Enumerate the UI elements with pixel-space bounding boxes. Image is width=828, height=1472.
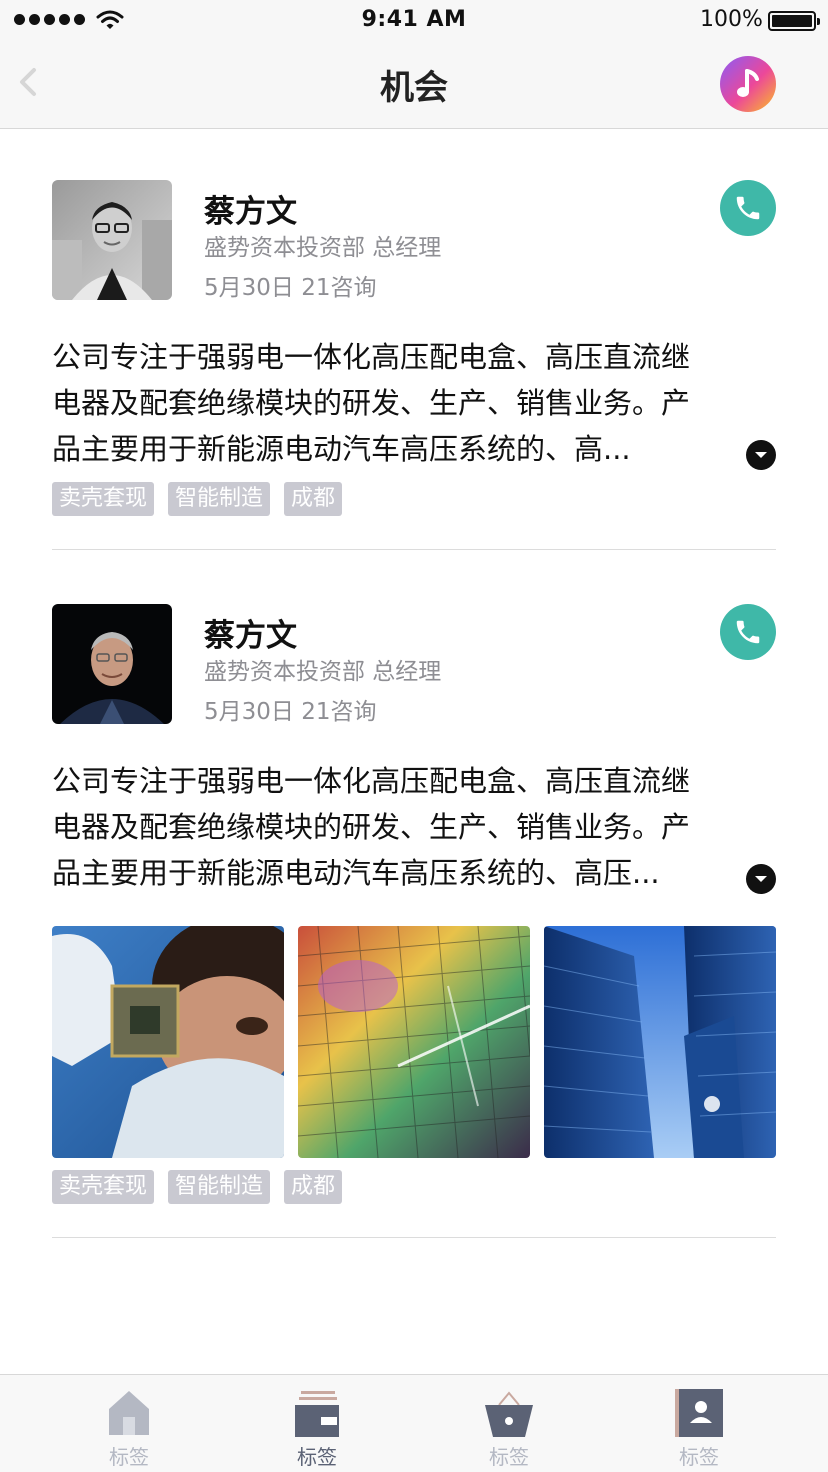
phone-icon xyxy=(736,620,760,644)
call-button[interactable] xyxy=(720,604,776,660)
description-line: 品主要用于新能源电动汽车高压系统的、高压... xyxy=(52,856,660,890)
tab-wallet[interactable]: 标签 xyxy=(267,1385,367,1471)
post-meta: 5月30日 21咨询 xyxy=(204,275,377,301)
tab-label: 标签 xyxy=(489,1445,529,1469)
tag[interactable]: 卖壳套现 xyxy=(52,1170,155,1204)
tag[interactable]: 成都 xyxy=(284,482,343,516)
tab-contacts[interactable]: 标签 xyxy=(649,1385,749,1471)
description-line: 电器及配套绝缘模块的研发、生产、销售业务。产 xyxy=(52,810,691,844)
tag[interactable]: 卖壳套现 xyxy=(52,482,155,516)
divider xyxy=(52,549,776,550)
tag-list: 卖壳套现 智能制造 成都 xyxy=(52,482,343,516)
contact-name: 蔡方文 xyxy=(204,618,297,654)
contact-name: 蔡方文 xyxy=(204,194,297,230)
status-bar: 9:41 AM 100% xyxy=(0,0,828,40)
description: 公司专注于强弱电一体化高压配电盒、高压直流继 电器及配套绝缘模块的研发、生产、销… xyxy=(52,334,776,472)
tag-list: 卖壳套现 智能制造 成都 xyxy=(52,1170,343,1204)
chevron-down-icon xyxy=(755,876,767,882)
music-button[interactable] xyxy=(720,56,776,112)
photo-thumbnail[interactable] xyxy=(544,926,776,1158)
expand-button[interactable] xyxy=(746,440,776,470)
description-line: 品主要用于新能源电动汽车高压系统的、高... xyxy=(52,432,631,466)
opportunity-card[interactable]: 蔡方文 盛势资本投资部 总经理 5月30日 21咨询 公司专注于强弱电一体化高压… xyxy=(52,604,776,1208)
phone-icon xyxy=(736,196,760,220)
basket-icon xyxy=(485,1391,533,1437)
description-line: 电器及配套绝缘模块的研发、生产、销售业务。产 xyxy=(52,386,691,420)
call-button[interactable] xyxy=(720,180,776,236)
battery-percentage: 100% xyxy=(700,7,763,32)
tab-label: 标签 xyxy=(109,1445,149,1469)
contact-card-icon xyxy=(675,1389,723,1437)
post-meta: 5月30日 21咨询 xyxy=(204,699,377,725)
page-title: 机会 xyxy=(380,68,448,108)
contact-title: 盛势资本投资部 总经理 xyxy=(204,659,442,685)
opportunity-card[interactable]: 蔡方文 盛势资本投资部 总经理 5月30日 21咨询 公司专注于强弱电一体化高压… xyxy=(52,180,776,520)
tag[interactable]: 成都 xyxy=(284,1170,343,1204)
tag[interactable]: 智能制造 xyxy=(168,482,271,516)
description: 公司专注于强弱电一体化高压配电盒、高压直流继 电器及配套绝缘模块的研发、生产、销… xyxy=(52,758,776,896)
wallet-icon xyxy=(295,1391,339,1437)
contact-title: 盛势资本投资部 总经理 xyxy=(204,235,442,261)
description-line: 公司专注于强弱电一体化高压配电盒、高压直流继 xyxy=(52,340,691,374)
chevron-down-icon xyxy=(755,452,767,458)
photo-thumbnail[interactable] xyxy=(52,926,284,1158)
photo-thumbnail[interactable] xyxy=(298,926,530,1158)
home-icon xyxy=(109,1391,149,1435)
navigation-bar: 机会 xyxy=(0,40,828,129)
tab-bar: 标签 标签 标签 标签 xyxy=(0,1374,828,1472)
tab-home[interactable]: 标签 xyxy=(79,1385,179,1471)
photo-gallery xyxy=(52,926,776,1158)
tab-basket[interactable]: 标签 xyxy=(459,1385,559,1471)
divider xyxy=(52,1237,776,1238)
expand-button[interactable] xyxy=(746,864,776,894)
avatar[interactable] xyxy=(52,180,172,300)
tag[interactable]: 智能制造 xyxy=(168,1170,271,1204)
music-note-icon xyxy=(737,69,759,97)
avatar[interactable] xyxy=(52,604,172,724)
tab-label: 标签 xyxy=(679,1445,719,1469)
description-line: 公司专注于强弱电一体化高压配电盒、高压直流继 xyxy=(52,764,691,798)
battery-icon xyxy=(768,11,820,31)
tab-label: 标签 xyxy=(297,1445,337,1469)
